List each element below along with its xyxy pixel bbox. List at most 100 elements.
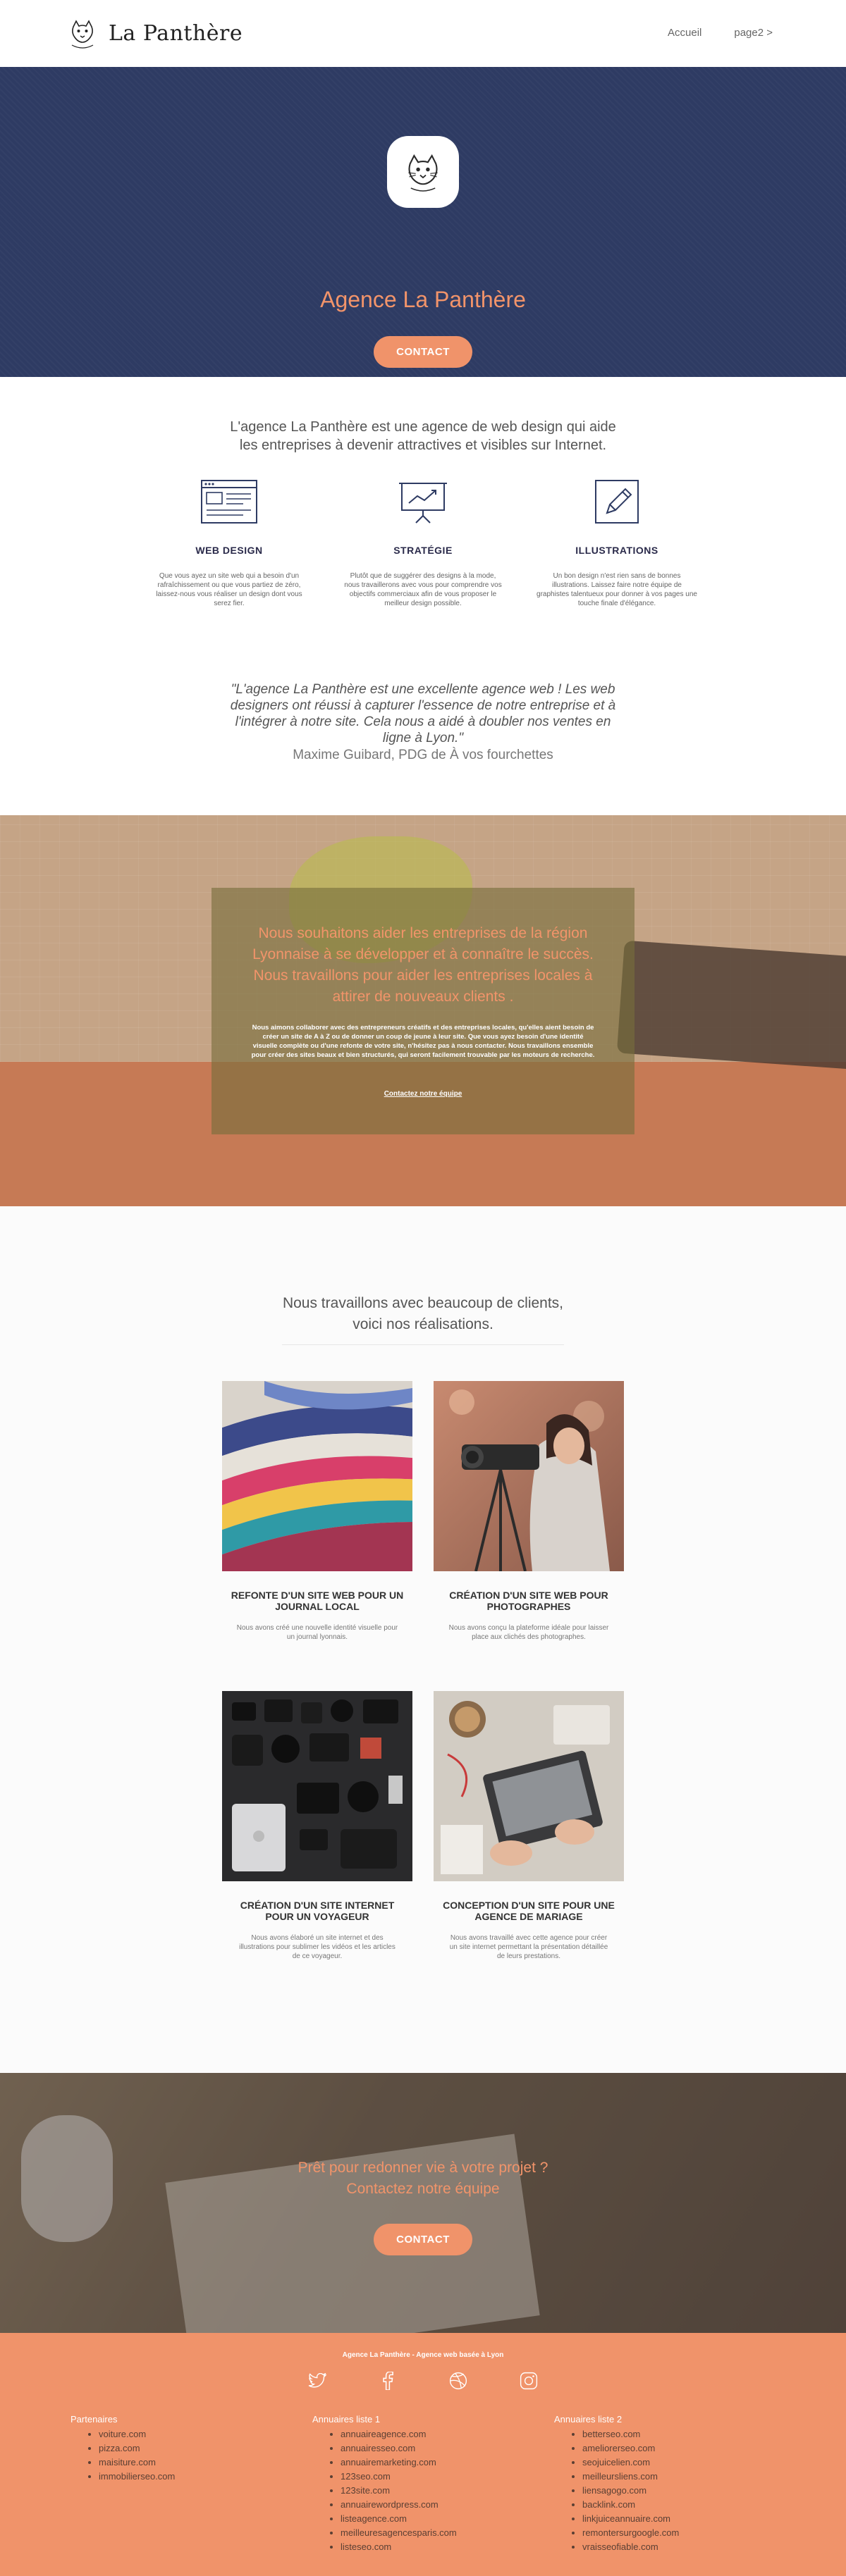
hero-contact-button[interactable]: CONTACT: [374, 336, 472, 368]
footer-link-anchor[interactable]: meilleuresagencesparis.com: [341, 2527, 457, 2538]
footer-link-anchor[interactable]: meilleursliens.com: [582, 2471, 658, 2482]
mission-title: Nous souhaitons aider les entreprises de…: [252, 925, 594, 1005]
intro-text: L'agence La Panthère est une agence de w…: [0, 418, 846, 454]
portfolio-card-text: Nous avons travaillé avec cette agence p…: [449, 1934, 608, 1960]
footer-link[interactable]: ameliorerseo.com: [582, 2441, 723, 2456]
footer-link-anchor[interactable]: remontersurgoogle.com: [582, 2527, 679, 2538]
nav-link-accueil[interactable]: Accueil: [668, 27, 701, 39]
footer-link-anchor[interactable]: backlink.com: [582, 2499, 635, 2510]
portfolio-title: Nous travaillons avec beaucoup de client…: [0, 1293, 846, 1335]
portfolio-card-title: REFONTE D'UN SITE WEB POUR UN JOURNAL LO…: [231, 1590, 404, 1612]
panther-logo-icon: [64, 15, 101, 51]
mission-contact-link[interactable]: Contactez notre équipe: [212, 1090, 634, 1098]
footer-link[interactable]: listeagence.com: [341, 2512, 482, 2526]
services-list: WEB DESIGN Que vous ayez un site web qui…: [148, 479, 698, 608]
footer-link[interactable]: 123seo.com: [341, 2470, 482, 2484]
portfolio-title-line-2: voici nos réalisations.: [352, 1316, 494, 1332]
footer-link-anchor[interactable]: annuairesseo.com: [341, 2443, 415, 2453]
mission-body: Nous aimons collaborer avec des entrepre…: [251, 1024, 595, 1059]
footer-link[interactable]: meilleuresagencesparis.com: [341, 2526, 482, 2540]
dribbble-icon[interactable]: [446, 2368, 471, 2394]
footer-link[interactable]: listeseo.com: [341, 2540, 482, 2554]
portfolio-section: Nous travaillons avec beaucoup de client…: [0, 1206, 846, 2073]
footer-link-anchor[interactable]: seojuicelien.com: [582, 2457, 650, 2467]
service-text: Plutôt que de suggérer des designs à la …: [344, 572, 502, 607]
footer-link[interactable]: seojuicelien.com: [582, 2456, 723, 2470]
footer-link[interactable]: maisiture.com: [99, 2456, 240, 2470]
footer-link[interactable]: linkjuiceannuaire.com: [582, 2512, 723, 2526]
pencil-icon: [595, 480, 639, 524]
footer-column-title: Annuaires liste 1: [312, 2414, 381, 2425]
cta-overlay: [0, 2073, 846, 2333]
cta-contact-button[interactable]: CONTACT: [374, 2224, 472, 2255]
footer-link[interactable]: remontersurgoogle.com: [582, 2526, 723, 2540]
footer-link[interactable]: pizza.com: [99, 2441, 240, 2456]
nav-link-page2[interactable]: page2 >: [734, 27, 773, 39]
service-web-design: WEB DESIGN Que vous ayez un site web qui…: [148, 479, 310, 608]
footer-link[interactable]: voiture.com: [99, 2427, 240, 2441]
site-header: La Panthère Accueil page2 >: [0, 0, 846, 67]
footer-link-anchor[interactable]: voiture.com: [99, 2429, 146, 2439]
portfolio-image-photographer: [434, 1381, 624, 1571]
portfolio-card[interactable]: REFONTE D'UN SITE WEB POUR UN JOURNAL LO…: [222, 1381, 412, 1642]
footer-link-anchor[interactable]: maisiture.com: [99, 2457, 156, 2467]
twitter-icon[interactable]: [305, 2368, 330, 2394]
footer-link-anchor[interactable]: annuairewordpress.com: [341, 2499, 439, 2510]
footer-link-anchor[interactable]: listeagence.com: [341, 2513, 407, 2524]
footer-link-anchor[interactable]: annuairemarketing.com: [341, 2457, 436, 2467]
footer-link[interactable]: meilleursliens.com: [582, 2470, 723, 2484]
service-title: WEB DESIGN: [195, 545, 263, 556]
cta-text: Prêt pour redonner vie à votre projet ? …: [0, 2157, 846, 2200]
footer-column-title: Partenaires: [70, 2414, 118, 2425]
facebook-icon[interactable]: [375, 2368, 400, 2394]
footer-link-anchor[interactable]: 123seo.com: [341, 2471, 391, 2482]
testimonial-quote: "L'agence La Panthère est une excellente…: [230, 682, 616, 745]
footer-link-anchor[interactable]: immobilierseo.com: [99, 2471, 175, 2482]
footer-link-anchor[interactable]: listeseo.com: [341, 2541, 391, 2552]
footer-link[interactable]: annuairemarketing.com: [341, 2456, 482, 2470]
cta-line-2: Contactez notre équipe: [346, 2181, 500, 2197]
portfolio-card-text: Nous avons créé une nouvelle identité vi…: [236, 1624, 398, 1641]
service-text: Un bon design n'est rien sans de bonnes …: [537, 572, 697, 607]
portfolio-card[interactable]: CRÉATION D'UN SITE WEB POUR PHOTOGRAPHES…: [434, 1381, 624, 1642]
brand-logo[interactable]: La Panthère: [63, 14, 243, 52]
footer-link[interactable]: annuairewordpress.com: [341, 2498, 482, 2512]
footer-links: voiture.com pizza.com maisiture.com immo…: [70, 2427, 240, 2484]
portfolio-card[interactable]: CONCEPTION D'UN SITE POUR UNE AGENCE DE …: [434, 1691, 624, 1961]
footer-link[interactable]: immobilierseo.com: [99, 2470, 240, 2484]
footer-link[interactable]: backlink.com: [582, 2498, 723, 2512]
social-links: [305, 2368, 541, 2394]
footer-link-anchor[interactable]: linkjuiceannuaire.com: [582, 2513, 670, 2524]
footer-link[interactable]: liensagogo.com: [582, 2484, 723, 2498]
cta-line-1: Prêt pour redonner vie à votre projet ?: [298, 2160, 548, 2176]
portfolio-title-line-1: Nous travaillons avec beaucoup de client…: [282, 1295, 564, 1311]
footer-link[interactable]: betterseo.com: [582, 2427, 723, 2441]
footer-link-anchor[interactable]: pizza.com: [99, 2443, 140, 2453]
portfolio-card-title: CRÉATION D'UN SITE INTERNET POUR UN VOYA…: [240, 1900, 395, 1922]
footer-link[interactable]: 123site.com: [341, 2484, 482, 2498]
main-nav: Accueil page2 >: [668, 27, 773, 39]
portfolio-image-laptop-desk: [434, 1691, 624, 1881]
portfolio-card-title: CONCEPTION D'UN SITE POUR UNE AGENCE DE …: [443, 1900, 615, 1922]
brand-name: La Panthère: [109, 20, 243, 46]
service-title: STRATÉGIE: [393, 545, 453, 556]
instagram-icon[interactable]: [516, 2368, 541, 2394]
footer-link[interactable]: annuairesseo.com: [341, 2441, 482, 2456]
intro-line-2: les entreprises à devenir attractives et…: [239, 438, 607, 453]
portfolio-card-title: CRÉATION D'UN SITE WEB POUR PHOTOGRAPHES: [449, 1590, 608, 1612]
intro-line-1: L'agence La Panthère est une agence de w…: [230, 419, 616, 435]
footer-link-anchor[interactable]: annuaireagence.com: [341, 2429, 426, 2439]
footer-link-anchor[interactable]: ameliorerseo.com: [582, 2443, 655, 2453]
contact-cta-section: Prêt pour redonner vie à votre projet ? …: [0, 2073, 846, 2333]
portfolio-card[interactable]: CRÉATION D'UN SITE INTERNET POUR UN VOYA…: [222, 1691, 412, 1961]
footer-link-anchor[interactable]: 123site.com: [341, 2485, 390, 2496]
hero-logo-badge: [387, 136, 459, 208]
footer-link[interactable]: annuaireagence.com: [341, 2427, 482, 2441]
footer-link-anchor[interactable]: vraisseofiable.com: [582, 2541, 658, 2552]
footer-link-anchor[interactable]: liensagogo.com: [582, 2485, 646, 2496]
footer-link[interactable]: vraisseofiable.com: [582, 2540, 723, 2554]
footer-link-anchor[interactable]: betterseo.com: [582, 2429, 640, 2439]
banner-background-phone: [616, 940, 846, 1071]
hero-title: Agence La Panthère: [320, 287, 526, 312]
portfolio-card-text: Nous avons conçu la plateforme idéale po…: [448, 1624, 609, 1641]
